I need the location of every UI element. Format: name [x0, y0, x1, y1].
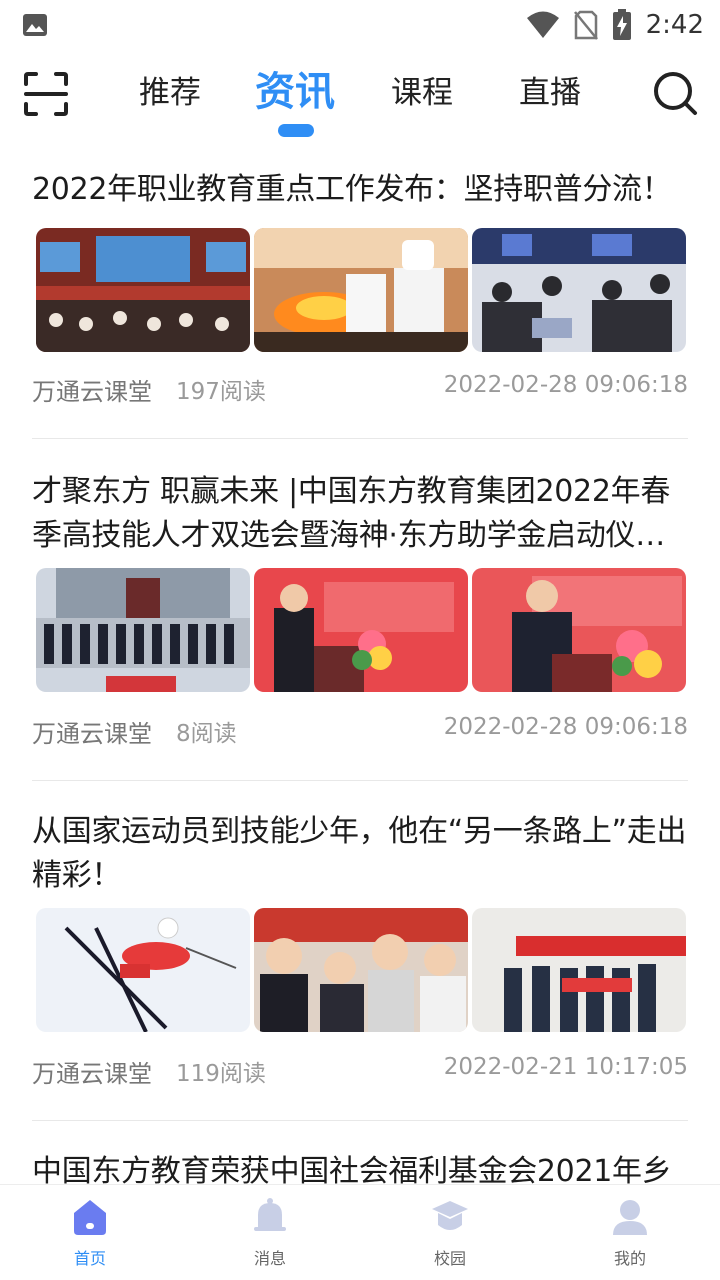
active-tab-indicator: [278, 124, 314, 137]
nav-label: 首页: [73, 1249, 106, 1268]
article-source: 万通云课堂: [32, 1060, 152, 1088]
article-meta: 万通云课堂 197阅读 2022-02-28 09:06:18: [32, 372, 688, 406]
article-title[interactable]: 从国家运动员到技能少年，他在“另一条路上”走出精彩！: [32, 810, 688, 898]
article-thumbnail[interactable]: [472, 228, 686, 352]
status-time: 2:42: [645, 10, 704, 40]
article-source: 万通云课堂: [32, 378, 152, 406]
status-bar: 2:42: [0, 0, 720, 50]
top-navigation: 推荐 资讯 课程 直播: [0, 60, 720, 140]
news-feed[interactable]: 2022年职业教育重点工作发布：坚持职普分流！ 万通云课堂 197阅读 2022…: [0, 140, 720, 1184]
battery-charging-icon: [612, 9, 631, 40]
article-source: 万通云课堂: [32, 720, 152, 748]
article-date: 2022-02-28 09:06:18: [443, 714, 688, 740]
nav-label: 消息: [253, 1249, 286, 1268]
article-thumbnail[interactable]: [254, 228, 468, 352]
image-notification-icon: [23, 14, 47, 36]
tab-recommend[interactable]: 推荐: [139, 70, 201, 120]
nav-home[interactable]: 首页: [40, 1197, 140, 1277]
article-read-count: 8阅读: [176, 721, 237, 747]
article-title[interactable]: 才聚东方 职赢未来 |中国东方教育集团2022年春季高技能人才双选会暨海神·东方…: [32, 470, 688, 558]
divider: [32, 1120, 688, 1121]
search-icon[interactable]: [652, 70, 698, 116]
nav-label: 我的: [613, 1249, 646, 1268]
user-icon: [613, 1200, 647, 1235]
article-date: 2022-02-28 09:06:18: [443, 372, 688, 398]
article-title[interactable]: 中国东方教育荣获中国社会福利基金会2021年乡: [32, 1150, 688, 1184]
divider: [32, 438, 688, 439]
article-card[interactable]: 才聚东方 职赢未来 |中国东方教育集团2022年春季高技能人才双选会暨海神·东方…: [32, 470, 688, 800]
tab-news[interactable]: 资讯: [255, 64, 335, 115]
tab-courses[interactable]: 课程: [391, 70, 453, 120]
article-thumbnail[interactable]: [254, 568, 468, 692]
article-thumbnail[interactable]: [472, 568, 686, 692]
article-thumbnail[interactable]: [472, 908, 686, 1032]
nav-profile[interactable]: 我的: [580, 1197, 680, 1277]
no-sim-icon: [573, 10, 598, 40]
article-thumbnail[interactable]: [36, 908, 250, 1032]
article-read-count: 197阅读: [176, 379, 266, 405]
article-title[interactable]: 2022年职业教育重点工作发布：坚持职普分流！: [32, 168, 688, 212]
article-thumbnail[interactable]: [36, 568, 250, 692]
article-date: 2022-02-21 10:17:05: [443, 1054, 688, 1080]
bottom-navigation: 首页 消息 校园 我的: [0, 1184, 720, 1280]
wifi-icon: [526, 11, 559, 38]
home-icon: [74, 1200, 106, 1235]
article-card[interactable]: 从国家运动员到技能少年，他在“另一条路上”走出精彩！ 万通云课堂 119阅读 2…: [32, 810, 688, 1140]
article-thumbnail[interactable]: [254, 908, 468, 1032]
article-thumbnails: [36, 908, 688, 1032]
divider: [32, 780, 688, 781]
scan-icon[interactable]: [22, 70, 70, 118]
article-thumbnails: [36, 228, 688, 352]
article-read-count: 119阅读: [176, 1061, 266, 1087]
nav-label: 校园: [433, 1249, 466, 1268]
article-card[interactable]: 中国东方教育荣获中国社会福利基金会2021年乡: [32, 1150, 688, 1184]
graduation-cap-icon: [432, 1201, 468, 1230]
article-thumbnail[interactable]: [36, 228, 250, 352]
article-thumbnails: [36, 568, 688, 692]
article-meta: 万通云课堂 8阅读 2022-02-28 09:06:18: [32, 714, 688, 748]
bell-icon: [254, 1198, 286, 1231]
nav-messages[interactable]: 消息: [220, 1197, 320, 1277]
article-meta: 万通云课堂 119阅读 2022-02-21 10:17:05: [32, 1054, 688, 1088]
nav-campus[interactable]: 校园: [400, 1197, 500, 1277]
tab-live[interactable]: 直播: [519, 70, 581, 120]
article-card[interactable]: 2022年职业教育重点工作发布：坚持职普分流！ 万通云课堂 197阅读 2022…: [32, 168, 688, 439]
